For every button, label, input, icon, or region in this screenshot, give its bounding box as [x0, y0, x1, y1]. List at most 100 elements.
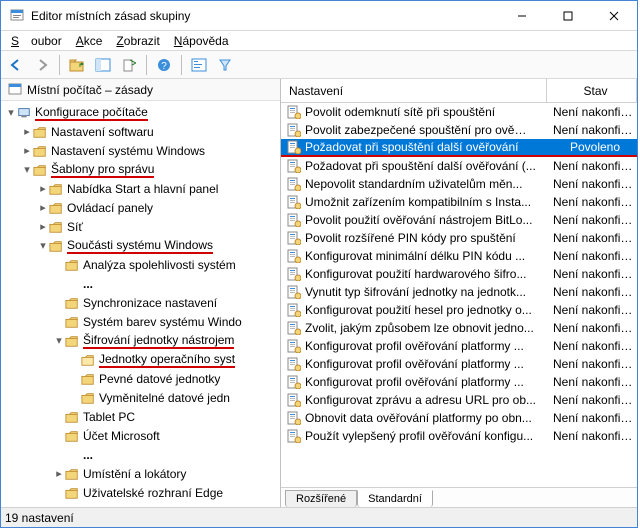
- expand-toggle[interactable]: ▸: [21, 144, 33, 157]
- tab-standard[interactable]: Standardní: [357, 490, 433, 507]
- tree-item[interactable]: Systém barev systému Windo: [1, 312, 280, 331]
- setting-name: Konfigurovat zprávu a adresu URL pro ob.…: [305, 393, 547, 407]
- setting-row[interactable]: Vynutit typ šifrování jednotky na jednot…: [281, 283, 637, 301]
- tree-item[interactable]: ▾Šablony pro správu: [1, 160, 280, 179]
- tree-item[interactable]: Vyměnitelné datové jedn: [1, 388, 280, 407]
- close-button[interactable]: [591, 1, 637, 30]
- folder-icon: [33, 125, 47, 139]
- forward-button[interactable]: [31, 54, 53, 76]
- tree-item[interactable]: ▸Síť: [1, 217, 280, 236]
- setting-row[interactable]: Povolit zabezpečené spouštění pro ově…Ne…: [281, 121, 637, 139]
- expand-toggle[interactable]: ▸: [37, 182, 49, 195]
- setting-row[interactable]: Obnovit data ověřování platformy po obn.…: [281, 409, 637, 427]
- menu-soubor[interactable]: Soubor: [5, 32, 68, 50]
- tree-item-label: Synchronizace nastavení: [83, 296, 217, 310]
- status-text: 19 nastavení: [5, 511, 74, 525]
- tree-item-label: Pevné datové jednotky: [99, 372, 220, 386]
- tree-item[interactable]: ▾Konfigurace počítače: [1, 103, 280, 122]
- setting-row[interactable]: Nepovolit standardním uživatelům měn...N…: [281, 175, 637, 193]
- tree-item[interactable]: ▾ Součásti systému Windows: [1, 236, 280, 255]
- expand-toggle[interactable]: ▸: [21, 125, 33, 138]
- folder-icon: [65, 410, 79, 424]
- setting-row[interactable]: Použít vylepšený profil ověřování konfig…: [281, 427, 637, 445]
- setting-row[interactable]: Požadovat při spouštění další ověřováníP…: [281, 139, 637, 157]
- folder-icon: [65, 486, 79, 500]
- tree-item[interactable]: Účet Microsoft: [1, 426, 280, 445]
- setting-row[interactable]: Požadovat při spouštění další ověřování …: [281, 157, 637, 175]
- tree-item[interactable]: Uživatelské rozhraní pro: [1, 502, 280, 507]
- tree-item[interactable]: Uživatelské rozhraní Edge: [1, 483, 280, 502]
- help-button[interactable]: ?: [153, 54, 175, 76]
- export-list-button[interactable]: [118, 54, 140, 76]
- column-state[interactable]: Stav: [547, 79, 637, 102]
- maximize-button[interactable]: [545, 1, 591, 30]
- expand-toggle[interactable]: ▾: [37, 239, 49, 252]
- settings-pane: Nastavení Stav Povolit odemknutí sítě př…: [281, 79, 637, 507]
- tree-item-label: ...: [83, 448, 93, 462]
- tree-item[interactable]: Synchronizace nastavení: [1, 293, 280, 312]
- setting-row[interactable]: Povolit použití ověřování nástrojem BitL…: [281, 211, 637, 229]
- setting-icon: [287, 159, 301, 173]
- tree-item[interactable]: ▸Umístění a lokátory: [1, 464, 280, 483]
- setting-name: Vynutit typ šifrování jednotky na jednot…: [305, 285, 547, 299]
- filter-options-button[interactable]: [188, 54, 210, 76]
- tree-header[interactable]: Místní počítač – zásady: [1, 79, 280, 101]
- tree-item[interactable]: Jednotky operačního syst: [1, 350, 280, 369]
- tree-item-label: Součásti systému Windows: [67, 238, 213, 254]
- setting-row[interactable]: Zvolit, jakým způsobem lze obnovit jedno…: [281, 319, 637, 337]
- settings-list[interactable]: Povolit odemknutí sítě při spouštěníNení…: [281, 103, 637, 487]
- setting-row[interactable]: Konfigurovat minimální délku PIN kódu ..…: [281, 247, 637, 265]
- setting-state: Není nakonfig...: [547, 375, 637, 389]
- setting-row[interactable]: Konfigurovat profil ověřování platformy …: [281, 355, 637, 373]
- setting-row[interactable]: Konfigurovat profil ověřování platformy …: [281, 373, 637, 391]
- setting-row[interactable]: Umožnit zařízením kompatibilním s Insta.…: [281, 193, 637, 211]
- show-hide-tree-button[interactable]: [92, 54, 114, 76]
- expand-toggle[interactable]: ▸: [37, 220, 49, 233]
- expand-toggle[interactable]: ▾: [5, 106, 17, 119]
- menu-napoveda[interactable]: Nápověda: [168, 32, 235, 50]
- setting-row[interactable]: Povolit rozšířené PIN kódy pro spuštěníN…: [281, 229, 637, 247]
- setting-row[interactable]: Konfigurovat použití hesel pro jednotky …: [281, 301, 637, 319]
- expand-toggle[interactable]: ▾: [53, 334, 65, 347]
- tree-item[interactable]: ▾Šifrování jednotky nástrojem: [1, 331, 280, 350]
- expand-toggle[interactable]: ▸: [37, 201, 49, 214]
- expand-toggle[interactable]: ▸: [53, 467, 65, 480]
- minimize-button[interactable]: [499, 1, 545, 30]
- tree-item-label: Vyměnitelné datové jedn: [99, 391, 230, 405]
- tree-item[interactable]: Analýza spolehlivosti systém: [1, 255, 280, 274]
- setting-icon: [287, 123, 301, 137]
- tree-item[interactable]: Pevné datové jednotky: [1, 369, 280, 388]
- tree-item-label: Jednotky operačního syst: [99, 352, 235, 368]
- tree-item[interactable]: Tablet PC: [1, 407, 280, 426]
- setting-state: Není nakonfig...: [547, 231, 637, 245]
- tab-extended[interactable]: Rozšířené: [285, 490, 357, 507]
- setting-state: Není nakonfig...: [547, 429, 637, 443]
- tree[interactable]: ▾Konfigurace počítače▸Nastavení softwaru…: [1, 101, 280, 507]
- tree-header-label: Místní počítač – zásady: [27, 83, 153, 97]
- tree-item[interactable]: ▸Nastavení softwaru: [1, 122, 280, 141]
- app-icon: [9, 8, 25, 24]
- setting-row[interactable]: Konfigurovat profil ověřování platformy …: [281, 337, 637, 355]
- tree-item[interactable]: ▸Nabídka Start a hlavní panel: [1, 179, 280, 198]
- tree-item[interactable]: ▸Ovládací panely: [1, 198, 280, 217]
- setting-name: Povolit rozšířené PIN kódy pro spuštění: [305, 231, 547, 245]
- back-button[interactable]: [5, 54, 27, 76]
- setting-row[interactable]: Konfigurovat zprávu a adresu URL pro ob.…: [281, 391, 637, 409]
- setting-name: Nepovolit standardním uživatelům měn...: [305, 177, 547, 191]
- column-name[interactable]: Nastavení: [281, 79, 547, 102]
- setting-icon: [287, 393, 301, 407]
- menu-akce[interactable]: Akce: [70, 32, 109, 50]
- menu-zobrazit[interactable]: Zobrazit: [110, 32, 165, 50]
- up-folder-button[interactable]: [66, 54, 88, 76]
- tree-item-label: Uživatelské rozhraní pro: [83, 505, 212, 508]
- setting-row[interactable]: Konfigurovat použití hardwarového šifro.…: [281, 265, 637, 283]
- setting-state: Není nakonfig...: [547, 105, 637, 119]
- filter-button[interactable]: [214, 54, 236, 76]
- setting-icon: [287, 140, 301, 154]
- tree-item[interactable]: ...: [1, 274, 280, 293]
- tree-item[interactable]: ...: [1, 445, 280, 464]
- setting-row[interactable]: Povolit odemknutí sítě při spouštěníNení…: [281, 103, 637, 121]
- expand-toggle[interactable]: ▾: [21, 163, 33, 176]
- setting-state: Není nakonfig...: [547, 303, 637, 317]
- tree-item[interactable]: ▸Nastavení systému Windows: [1, 141, 280, 160]
